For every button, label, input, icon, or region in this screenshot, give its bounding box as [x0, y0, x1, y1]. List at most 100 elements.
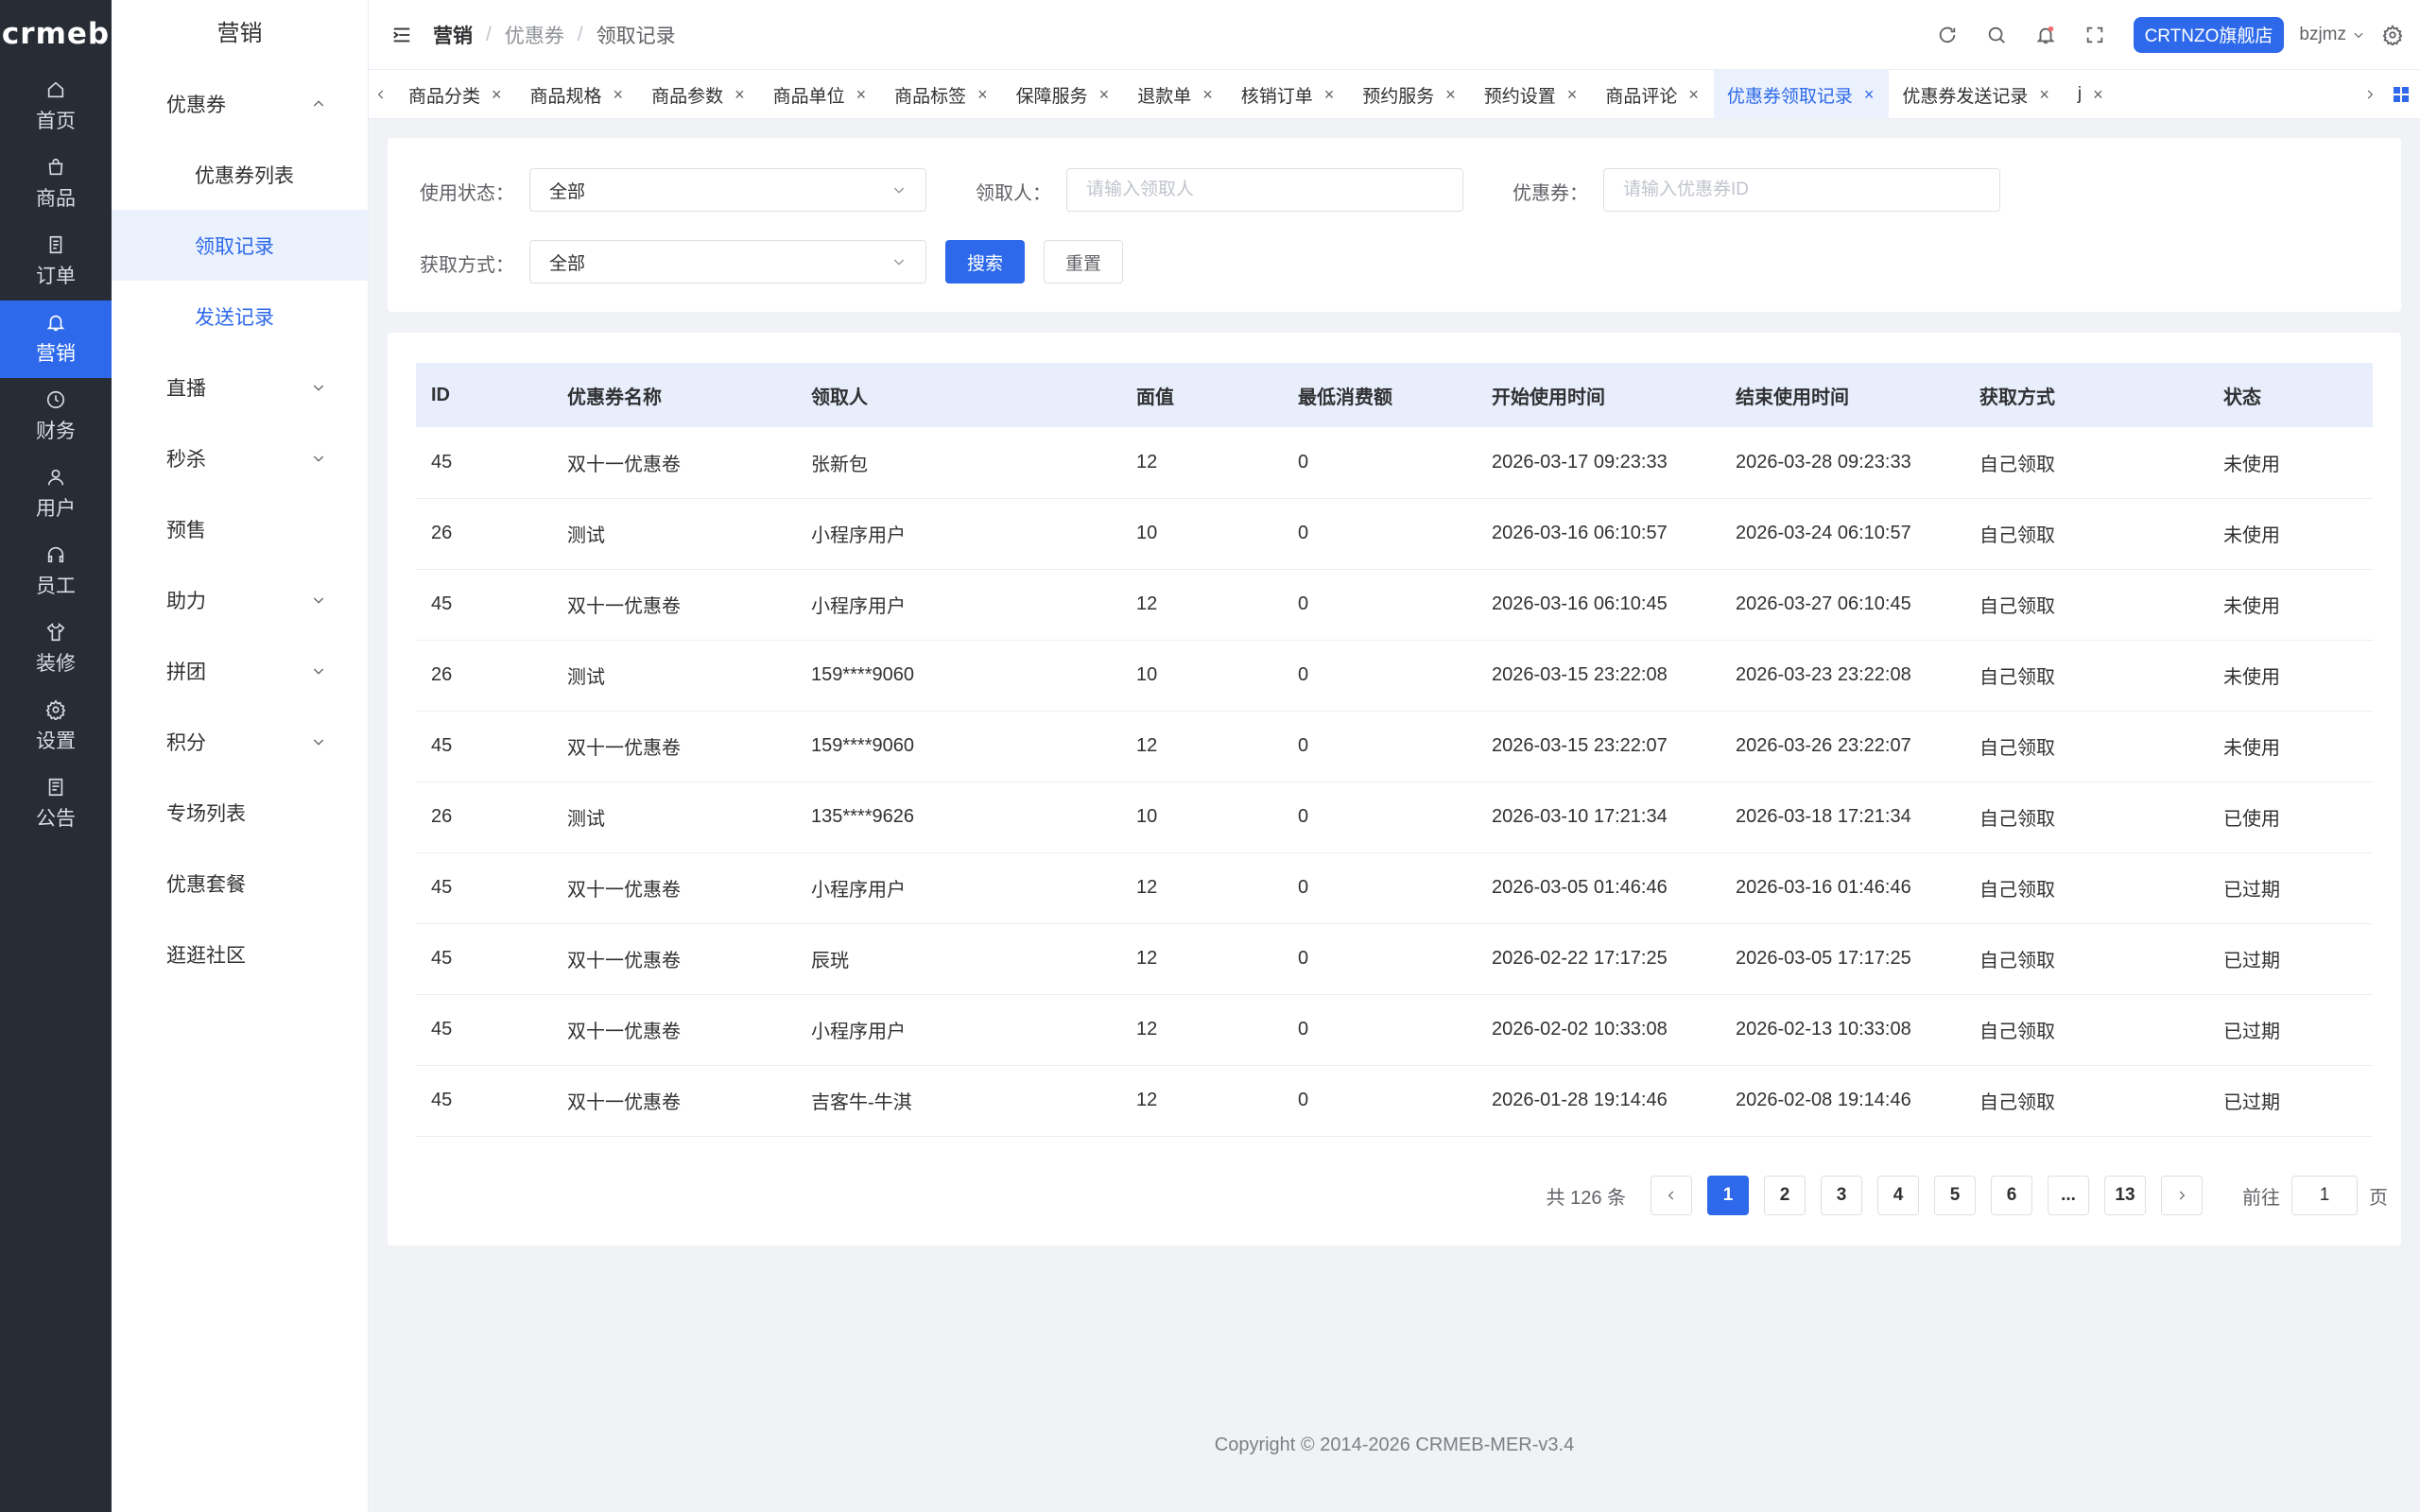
status-select[interactable]: 全部: [529, 168, 926, 212]
main-nav-item[interactable]: 财务: [0, 378, 112, 455]
page-button[interactable]: 3: [1821, 1176, 1862, 1215]
close-icon[interactable]: ×: [1567, 85, 1578, 105]
tab-item[interactable]: 优惠券领取记录 ×: [1713, 70, 1890, 118]
table-cell: 自己领取: [1964, 782, 2208, 853]
status-filter-label: 使用状态：: [420, 183, 514, 204]
column-header: 结束使用时间: [1720, 363, 1964, 427]
sidebar-item-label: 拼团: [166, 661, 206, 683]
main-nav-item[interactable]: 订单: [0, 223, 112, 301]
sidebar-item[interactable]: 优惠券列表: [112, 139, 368, 210]
refresh-icon[interactable]: [1937, 25, 1958, 45]
sidebar-item[interactable]: 预售: [112, 493, 368, 564]
tab-item[interactable]: 商品单位 ×: [760, 70, 882, 118]
close-icon[interactable]: ×: [735, 85, 745, 105]
next-page-button[interactable]: [2161, 1176, 2203, 1215]
tab-item[interactable]: 保障服务 ×: [1003, 70, 1125, 118]
receiver-input[interactable]: [1066, 168, 1463, 212]
breadcrumb-item[interactable]: 优惠券: [505, 21, 564, 49]
table-cell: 2026-03-15 23:22:08: [1477, 640, 1720, 712]
sidebar-item[interactable]: 优惠券: [112, 68, 368, 139]
prev-page-button[interactable]: [1651, 1176, 1692, 1215]
method-select[interactable]: 全部: [529, 240, 926, 284]
tab-label: 商品评论: [1605, 86, 1678, 107]
sidebar-item[interactable]: 逛逛社区: [112, 919, 368, 989]
main-nav-item[interactable]: 装修: [0, 610, 112, 688]
page-button[interactable]: 4: [1877, 1176, 1919, 1215]
tab-item[interactable]: 商品标签 ×: [881, 70, 1003, 118]
main-nav-item[interactable]: 设置: [0, 688, 112, 765]
tab-item[interactable]: 预约设置 ×: [1471, 70, 1593, 118]
user-menu[interactable]: bzjmz: [2299, 25, 2365, 45]
table-row: 45 双十一优惠卷 小程序用户 12 0 2026-02-02 10:33:08 2026-…: [416, 994, 2373, 1066]
sidebar-item[interactable]: 发送记录: [112, 281, 368, 352]
main-nav-item[interactable]: 公告: [0, 765, 112, 843]
page-button[interactable]: 13: [2104, 1176, 2146, 1215]
main-nav-item[interactable]: 营销: [0, 301, 112, 378]
close-icon[interactable]: ×: [856, 85, 867, 105]
tab-item[interactable]: 退款单 ×: [1124, 70, 1228, 118]
breadcrumb: 营销 / 优惠券 / 领取记录: [433, 21, 676, 49]
tab-item[interactable]: 商品规格 ×: [517, 70, 639, 118]
tab-item[interactable]: 商品参数 ×: [638, 70, 760, 118]
table-cell: 2026-03-28 09:23:33: [1720, 427, 1964, 499]
main-nav-item[interactable]: 商品: [0, 146, 112, 223]
tab-item[interactable]: j ×: [2065, 70, 2118, 118]
page-suffix: 页: [2369, 1187, 2388, 1209]
close-icon[interactable]: ×: [2093, 85, 2103, 105]
main-nav-item[interactable]: 用户: [0, 455, 112, 533]
sidebar-item[interactable]: 直播: [112, 352, 368, 422]
close-icon[interactable]: ×: [2039, 85, 2049, 105]
sidebar-item[interactable]: 拼团: [112, 635, 368, 706]
table-row: 26 测试 135****9626 10 0 2026-03-10 17:21:34 202…: [416, 782, 2373, 853]
table-cell: 已过期: [2208, 994, 2373, 1066]
page-button[interactable]: 6: [1991, 1176, 2032, 1215]
sidebar-item[interactable]: 积分: [112, 706, 368, 777]
brand-logo[interactable]: crmeb: [0, 0, 112, 68]
shop-badge[interactable]: CRTNZO旗舰店: [2133, 16, 2285, 53]
close-icon[interactable]: ×: [1202, 85, 1213, 105]
main-nav-item[interactable]: 首页: [0, 68, 112, 146]
main-nav-item[interactable]: 员工: [0, 533, 112, 610]
notification-bell-icon[interactable]: [2035, 25, 2056, 45]
home-icon: [47, 81, 64, 98]
fullscreen-icon[interactable]: [2084, 25, 2105, 45]
close-icon[interactable]: ×: [614, 85, 624, 105]
table-cell: 2026-03-23 23:22:08: [1720, 640, 1964, 712]
close-icon[interactable]: ×: [1688, 85, 1699, 105]
tab-item[interactable]: 商品分类 ×: [395, 70, 517, 118]
main-nav-label: 商品: [36, 188, 76, 210]
page-ellipsis-button[interactable]: ...: [2048, 1176, 2089, 1215]
close-icon[interactable]: ×: [1445, 85, 1456, 105]
menu-fold-icon[interactable]: [391, 25, 412, 45]
tab-item[interactable]: 优惠券发送记录 ×: [1889, 70, 2065, 118]
close-icon[interactable]: ×: [1324, 85, 1335, 105]
tabs-scroll-right-icon[interactable]: [2358, 70, 2382, 118]
coupon-id-input[interactable]: [1603, 168, 2000, 212]
close-icon[interactable]: ×: [1864, 85, 1875, 105]
sidebar-item[interactable]: 优惠套餐: [112, 848, 368, 919]
tab-item[interactable]: 商品评论 ×: [1592, 70, 1714, 118]
close-icon[interactable]: ×: [492, 85, 502, 105]
table-cell: 测试: [552, 498, 796, 570]
search-button[interactable]: 搜索: [945, 240, 1025, 284]
close-icon[interactable]: ×: [977, 85, 988, 105]
goto-page-input[interactable]: [2291, 1176, 2358, 1215]
table-cell: 2026-02-02 10:33:08: [1477, 994, 1720, 1066]
search-icon[interactable]: [1986, 25, 2007, 45]
tab-item[interactable]: 核销订单 ×: [1228, 70, 1350, 118]
sidebar-item[interactable]: 专场列表: [112, 777, 368, 848]
tabs-menu-icon[interactable]: [2382, 70, 2420, 118]
breadcrumb-item[interactable]: 营销: [433, 21, 473, 49]
reset-button[interactable]: 重置: [1044, 240, 1123, 284]
sidebar-item[interactable]: 秒杀: [112, 422, 368, 493]
tab-item[interactable]: 预约服务 ×: [1349, 70, 1471, 118]
page-button[interactable]: 5: [1934, 1176, 1976, 1215]
sidebar-item[interactable]: 助力: [112, 564, 368, 635]
page-button[interactable]: 1: [1707, 1176, 1749, 1215]
sidebar-item[interactable]: 领取记录: [112, 210, 368, 281]
close-icon[interactable]: ×: [1099, 85, 1110, 105]
tabs-bar: 商品分类 × 商品规格 × 商品参数 × 商品单位 × 商品标签 × 保障服务 × 退款单 × 核销订单 × 预…: [369, 70, 2420, 119]
tabs-scroll-left-icon[interactable]: [369, 70, 393, 118]
gear-icon[interactable]: [2382, 24, 2403, 45]
page-button[interactable]: 2: [1764, 1176, 1806, 1215]
